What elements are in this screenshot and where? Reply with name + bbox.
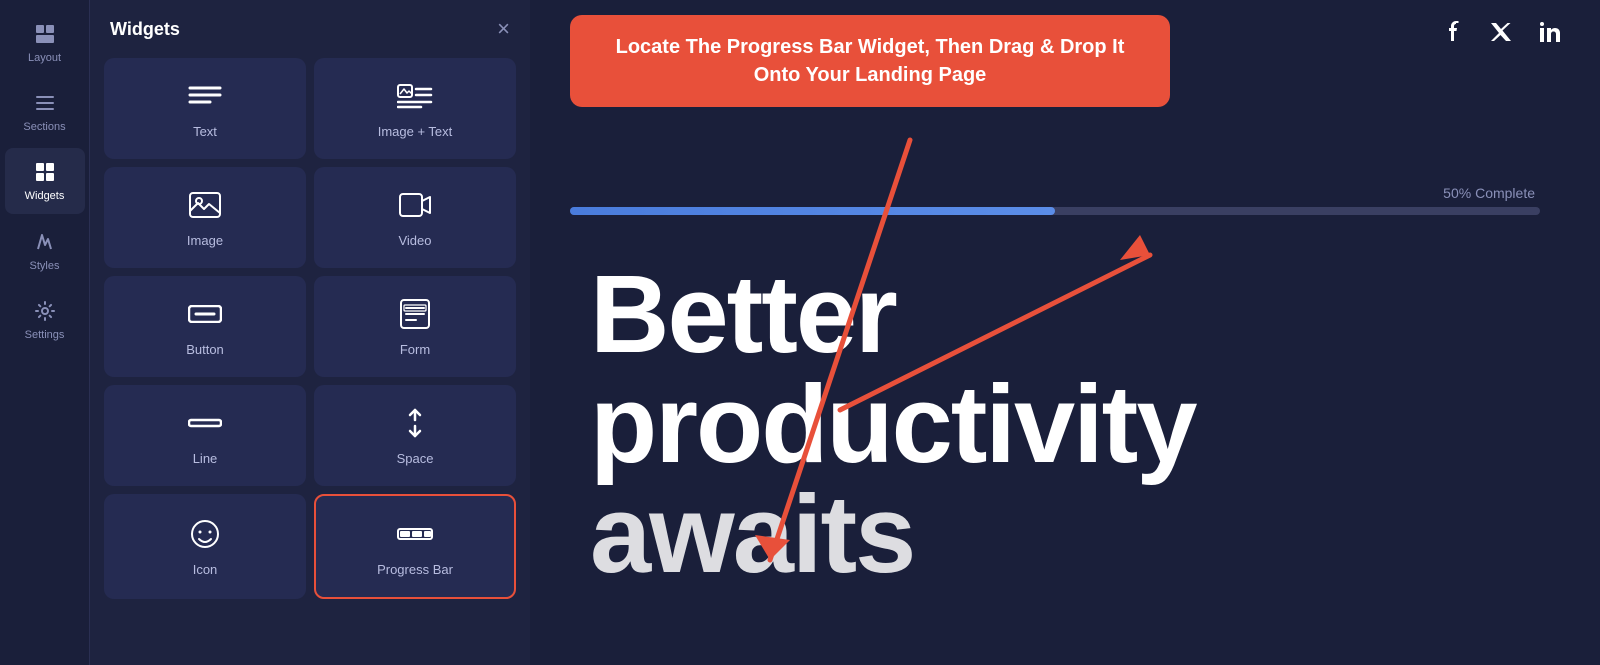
progress-fill: [570, 207, 1055, 215]
text-widget-icon: [187, 78, 223, 114]
widgets-panel: Widgets × Text: [90, 0, 530, 665]
widget-progress-bar[interactable]: Progress Bar: [314, 494, 516, 599]
video-widget-icon: [397, 187, 433, 223]
progress-section: 50% Complete: [570, 185, 1540, 215]
video-widget-label: Video: [398, 233, 431, 248]
line-widget-label: Line: [193, 451, 218, 466]
linkedin-icon[interactable]: [1540, 22, 1560, 48]
text-widget-label: Text: [193, 124, 217, 139]
sidebar-widgets-label: Widgets: [25, 190, 65, 203]
sidebar-sections-label: Sections: [23, 121, 65, 134]
widget-line[interactable]: Line: [104, 385, 306, 486]
icon-widget-icon: [187, 516, 223, 552]
widget-space[interactable]: Space: [314, 385, 516, 486]
styles-icon: [31, 228, 59, 256]
widget-image[interactable]: Image: [104, 167, 306, 268]
form-widget-icon: [397, 296, 433, 332]
widget-button[interactable]: Button: [104, 276, 306, 377]
sidebar-item-sections[interactable]: Sections: [5, 79, 85, 144]
layout-icon: [31, 20, 59, 48]
sidebar-settings-label: Settings: [25, 329, 65, 342]
main-content: Locate The Progress Bar Widget, Then Dra…: [530, 0, 1600, 665]
sections-icon: [31, 89, 59, 117]
space-widget-label: Space: [397, 451, 434, 466]
widget-video[interactable]: Video: [314, 167, 516, 268]
widget-image-text[interactable]: Image + Text: [314, 58, 516, 159]
widgets-title: Widgets: [110, 19, 180, 40]
callout-text: Locate The Progress Bar Widget, Then Dra…: [598, 33, 1142, 89]
form-widget-label: Form: [400, 342, 430, 357]
sidebar-item-widgets[interactable]: Widgets: [5, 148, 85, 213]
close-button[interactable]: ×: [497, 18, 510, 40]
image-widget-label: Image: [187, 233, 223, 248]
sidebar-item-styles[interactable]: Styles: [5, 218, 85, 283]
widgets-header: Widgets ×: [90, 0, 530, 58]
sidebar-layout-label: Layout: [28, 52, 61, 65]
widget-icon[interactable]: Icon: [104, 494, 306, 599]
hero-line3: awaits: [590, 480, 1560, 590]
progress-bar-widget-label: Progress Bar: [377, 562, 453, 577]
progress-bar-widget-icon: [397, 516, 433, 552]
image-widget-icon: [187, 187, 223, 223]
sidebar-item-settings[interactable]: Settings: [5, 287, 85, 352]
image-text-widget-icon: [397, 78, 433, 114]
progress-label: 50% Complete: [570, 185, 1540, 201]
facebook-icon[interactable]: [1444, 21, 1462, 49]
sidebar-item-layout[interactable]: Layout: [5, 10, 85, 75]
image-text-widget-label: Image + Text: [378, 124, 453, 139]
progress-track: [570, 207, 1540, 215]
sidebar: Layout Sections Widgets St: [0, 0, 90, 665]
sidebar-styles-label: Styles: [30, 260, 60, 273]
callout-box: Locate The Progress Bar Widget, Then Dra…: [570, 15, 1170, 107]
icon-widget-label: Icon: [193, 562, 218, 577]
widgets-grid: Text Image + Text: [90, 58, 530, 599]
hero-text: Better productivity awaits: [590, 260, 1560, 590]
widget-text[interactable]: Text: [104, 58, 306, 159]
twitter-icon[interactable]: [1490, 22, 1512, 48]
space-widget-icon: [397, 405, 433, 441]
widgets-icon: [31, 158, 59, 186]
widget-form[interactable]: Form: [314, 276, 516, 377]
settings-icon: [31, 297, 59, 325]
button-widget-label: Button: [186, 342, 224, 357]
line-widget-icon: [187, 405, 223, 441]
hero-line1: Better: [590, 260, 1560, 370]
hero-line2: productivity: [590, 370, 1560, 480]
button-widget-icon: [187, 296, 223, 332]
